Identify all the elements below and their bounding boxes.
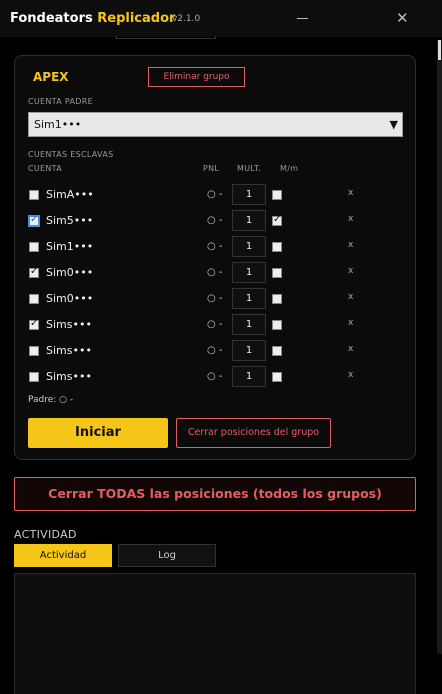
slave-account-name: Sim0••• [46, 266, 94, 279]
minimize-icon[interactable] [297, 18, 308, 19]
slave-account-name: Sim0••• [46, 292, 94, 305]
slave-enable-checkbox[interactable] [29, 294, 39, 304]
version-label: v2.1.0 [172, 14, 201, 24]
remove-slave-button[interactable]: x [348, 266, 353, 276]
parent-account-value: Sim1••• [34, 118, 82, 131]
slave-row: Sim0••• ○ - 1 x [15, 261, 415, 285]
slave-pnl: ○ - [207, 241, 223, 252]
slave-row: Sim5••• ○ - 1 x [15, 209, 415, 233]
app-title-main: Fondeators [10, 11, 93, 26]
slave-enable-checkbox[interactable] [29, 214, 39, 226]
slave-mm-checkbox[interactable] [272, 346, 282, 356]
title-bar: Fondeators Replicador v2.1.0 ✕ [0, 0, 442, 37]
remove-slave-button[interactable]: x [348, 292, 353, 302]
slave-pnl: ○ - [207, 189, 223, 200]
app-title-accent: Replicador [97, 11, 176, 26]
slave-pnl: ○ - [207, 319, 223, 330]
slave-row: Sims••• ○ - 1 x [15, 365, 415, 389]
slave-multiplier-input[interactable]: 1 [232, 210, 266, 231]
parent-account-label: CUENTA PADRE [28, 97, 93, 106]
activity-title: ACTIVIDAD [14, 528, 77, 541]
scrollbar-thumb[interactable] [438, 40, 441, 60]
slave-account-name: Sims••• [46, 318, 92, 331]
slave-multiplier-input[interactable]: 1 [232, 340, 266, 361]
slave-account-name: Sim5••• [46, 214, 94, 227]
slave-enable-checkbox[interactable] [29, 242, 39, 252]
slave-mm-checkbox[interactable] [272, 214, 282, 226]
scrollbar-track[interactable] [437, 40, 442, 654]
header-tab-edge [116, 36, 216, 39]
remove-slave-button[interactable]: x [348, 344, 353, 354]
remove-slave-button[interactable]: x [348, 370, 353, 380]
close-group-positions-button[interactable]: Cerrar posiciones del grupo [176, 418, 331, 448]
slave-pnl: ○ - [207, 215, 223, 226]
app-title: Fondeators Replicador [10, 11, 175, 26]
col-mm-header: M/m [280, 164, 299, 173]
slave-pnl: ○ - [207, 267, 223, 278]
parent-account-select[interactable]: Sim1••• ▼ [28, 112, 403, 137]
slave-multiplier-input[interactable]: 1 [232, 236, 266, 257]
slave-account-name: SimA••• [46, 188, 94, 201]
slave-account-name: Sims••• [46, 344, 92, 357]
slave-enable-checkbox[interactable] [29, 266, 39, 278]
slave-mm-checkbox[interactable] [272, 190, 282, 200]
remove-slave-button[interactable]: x [348, 214, 353, 224]
group-card: APEX Eliminar grupo CUENTA PADRE Sim1•••… [14, 55, 416, 460]
tab-log[interactable]: Log [118, 544, 216, 567]
col-mult-header: MULT. [237, 164, 262, 173]
chevron-down-icon: ▼ [389, 118, 398, 131]
slave-enable-checkbox[interactable] [29, 190, 39, 200]
slave-multiplier-input[interactable]: 1 [232, 288, 266, 309]
slave-account-name: Sim1••• [46, 240, 94, 253]
slave-row: Sims••• ○ - 1 x [15, 313, 415, 337]
slave-pnl: ○ - [207, 293, 223, 304]
slave-enable-checkbox[interactable] [29, 318, 39, 330]
slave-mm-checkbox[interactable] [272, 268, 282, 278]
tab-activity[interactable]: Actividad [14, 544, 112, 567]
slave-row: Sim0••• ○ - 1 x [15, 287, 415, 311]
col-account-header: CUENTA [28, 164, 63, 173]
slave-multiplier-input[interactable]: 1 [232, 184, 266, 205]
slave-mm-checkbox[interactable] [272, 320, 282, 330]
start-button[interactable]: Iniciar [28, 418, 168, 448]
close-all-positions-button[interactable]: Cerrar TODAS las posiciones (todos los g… [14, 477, 416, 511]
slave-enable-checkbox[interactable] [29, 346, 39, 356]
slave-mm-checkbox[interactable] [272, 294, 282, 304]
slave-multiplier-input[interactable]: 1 [232, 262, 266, 283]
remove-slave-button[interactable]: x [348, 188, 353, 198]
slave-pnl: ○ - [207, 371, 223, 382]
slave-account-name: Sims••• [46, 370, 92, 383]
slave-row: Sims••• ○ - 1 x [15, 339, 415, 363]
close-icon[interactable]: ✕ [396, 9, 409, 27]
col-pnl-header: PNL [203, 164, 220, 173]
slave-pnl: ○ - [207, 345, 223, 356]
slave-row: SimA••• ○ - 1 x [15, 183, 415, 207]
slave-multiplier-input[interactable]: 1 [232, 314, 266, 335]
delete-group-button[interactable]: Eliminar grupo [148, 67, 245, 87]
remove-slave-button[interactable]: x [348, 240, 353, 250]
activity-log-panel [14, 573, 416, 694]
slave-mm-checkbox[interactable] [272, 242, 282, 252]
slave-row: Sim1••• ○ - 1 x [15, 235, 415, 259]
slave-multiplier-input[interactable]: 1 [232, 366, 266, 387]
group-name: APEX [33, 70, 69, 84]
parent-status: Padre: ○ - [28, 395, 74, 405]
slave-accounts-label: CUENTAS ESCLAVAS [28, 150, 114, 159]
remove-slave-button[interactable]: x [348, 318, 353, 328]
slave-mm-checkbox[interactable] [272, 372, 282, 382]
slave-enable-checkbox[interactable] [29, 372, 39, 382]
